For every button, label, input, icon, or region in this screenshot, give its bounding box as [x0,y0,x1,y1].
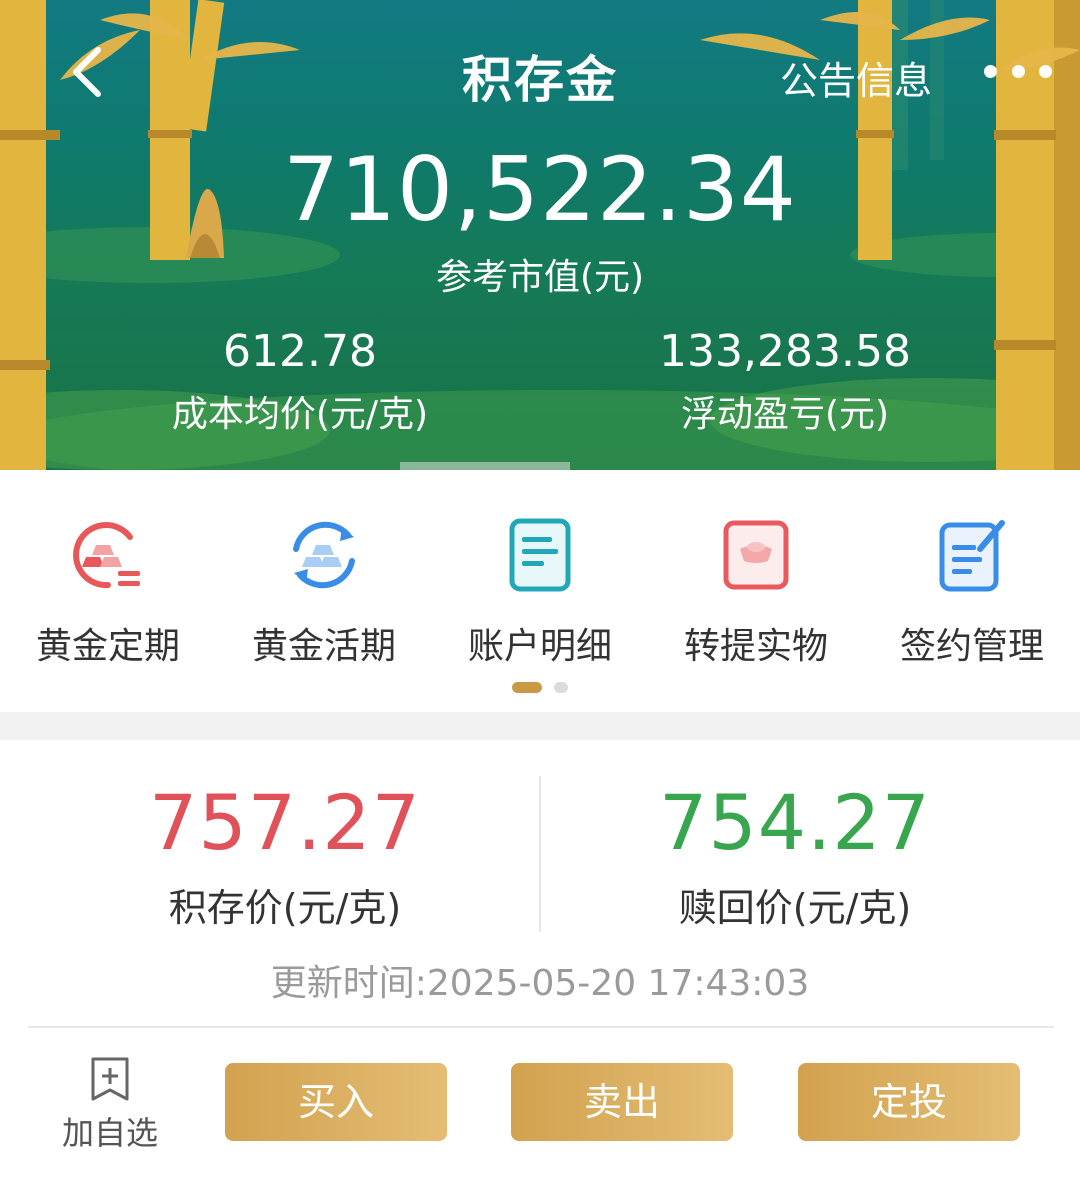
notice-info-link[interactable]: 公告信息 [780,50,932,105]
quick-item-contract-management[interactable]: 签约管理 [864,515,1080,669]
quick-item-gold-fixed[interactable]: 黄金定期 [0,515,216,669]
market-value-amount: 710,522.34 [283,138,797,241]
sell-button[interactable]: 卖出 [511,1063,733,1141]
gold-ingot-box-icon [723,520,789,590]
quick-item-account-detail[interactable]: 账户明细 [432,515,648,669]
deposit-price-label: 积存价(元/克) [168,886,402,930]
floating-pl-value: 133,283.58 [659,326,911,377]
section-separator [0,712,1080,740]
fixed-investment-button[interactable]: 定投 [798,1063,1020,1141]
header-hero: 积存金 公告信息 710,522.34 参考市值(元) 612.78 成本均价(… [0,0,1080,470]
quick-item-physical-delivery[interactable]: 转提实物 [648,515,864,669]
avg-cost-label: 成本均价(元/克) [171,394,429,435]
price-divider [539,776,541,932]
quick-item-label: 黄金定期 [35,626,180,667]
add-favorite-button[interactable]: 加自选 [55,1056,165,1154]
deposit-price-value: 757.27 [149,778,421,867]
gold-bars-cycle-icon [293,521,355,589]
redeem-price-value: 754.27 [659,778,931,867]
redeem-price-block: 754.27 赎回价(元/克) [620,778,970,932]
add-favorite-label: 加自选 [61,1114,158,1152]
divider-line [28,1026,1054,1028]
redeem-price-label: 赎回价(元/克) [678,886,912,930]
page-indicator [0,682,1080,693]
top-navigation-bar: 积存金 公告信息 [0,0,1080,135]
quick-item-label: 签约管理 [899,626,1044,667]
quick-menu: 黄金定期 黄金活期 账户明细 转提实物 签约管理 [0,470,1080,712]
edit-document-icon [939,520,1005,592]
back-arrow-icon[interactable] [62,40,118,104]
page-indicator-dot [554,682,568,693]
document-lines-icon [509,518,571,592]
floating-pl-stat: 133,283.58 浮动盈亏(元) [630,326,940,437]
quick-item-gold-current[interactable]: 黄金活期 [216,515,432,669]
buy-button[interactable]: 买入 [225,1063,447,1141]
deposit-price-block: 757.27 积存价(元/克) [110,778,460,932]
quick-item-label: 账户明细 [467,626,612,667]
page-indicator-dot-active [512,682,542,693]
add-bookmark-icon [91,1057,129,1101]
quick-item-label: 黄金活期 [251,626,396,667]
update-time: 更新时间:2025-05-20 17:43:03 [270,963,810,1004]
price-panel: 757.27 积存价(元/克) 754.27 赎回价(元/克) 更新时间:202… [0,740,1080,1030]
floating-pl-label: 浮动盈亏(元) [680,394,890,435]
avg-cost-value: 612.78 [223,326,377,377]
avg-cost-stat: 612.78 成本均价(元/克) [140,326,460,437]
quick-item-label: 转提实物 [683,626,828,667]
page-title: 积存金 [462,51,618,109]
gold-bars-list-icon [73,522,140,589]
more-options-icon[interactable] [984,58,1052,84]
market-value-label: 参考市值(元) [435,257,645,298]
